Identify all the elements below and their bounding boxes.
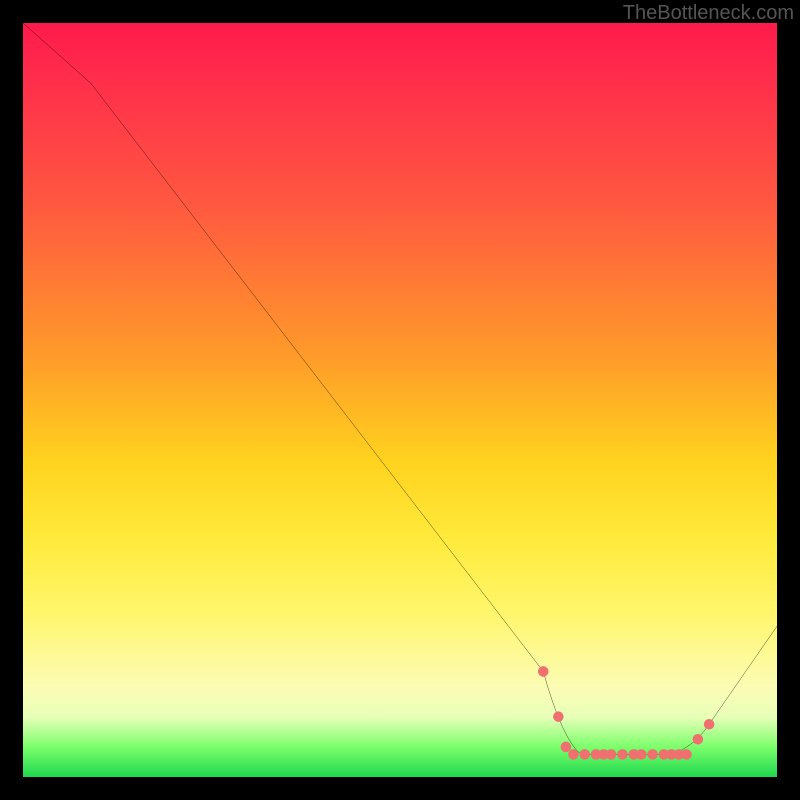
highlight-dots [538,666,714,759]
chart-stage: TheBottleneck.com [0,0,800,800]
attribution-text: TheBottleneck.com [623,2,794,25]
plot-area [23,23,777,777]
bottleneck-curve [23,23,777,777]
curve-path [23,23,777,754]
